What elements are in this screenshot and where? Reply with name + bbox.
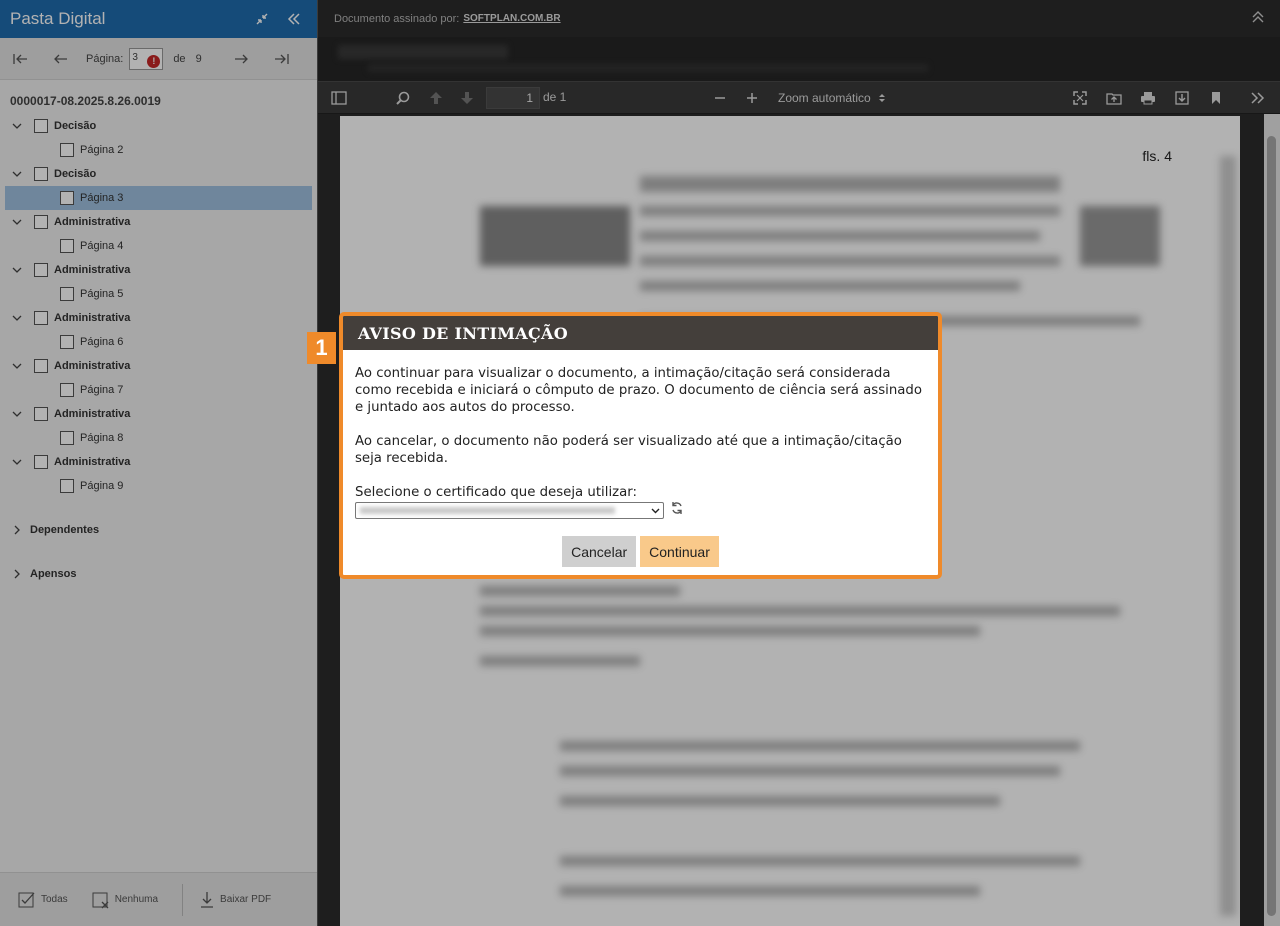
continue-button[interactable]: Continuar: [640, 536, 719, 567]
certificate-label: Selecione o certificado que deseja utili…: [355, 485, 637, 500]
refresh-icon[interactable]: [670, 501, 684, 520]
certificate-select[interactable]: [355, 502, 664, 519]
dialog-paragraph-cancel: Ao cancelar, o documento não poderá ser …: [355, 434, 902, 466]
dialog-title: AVISO DE INTIMAÇÃO: [343, 316, 938, 350]
cancel-button[interactable]: Cancelar: [562, 536, 637, 567]
step-badge: 1: [307, 332, 336, 364]
chevron-down-icon: [651, 508, 660, 514]
notice-dialog: AVISO DE INTIMAÇÃO Ao continuar para vis…: [339, 312, 942, 579]
dialog-paragraph-continue: Ao continuar para visualizar o documento…: [355, 366, 923, 415]
